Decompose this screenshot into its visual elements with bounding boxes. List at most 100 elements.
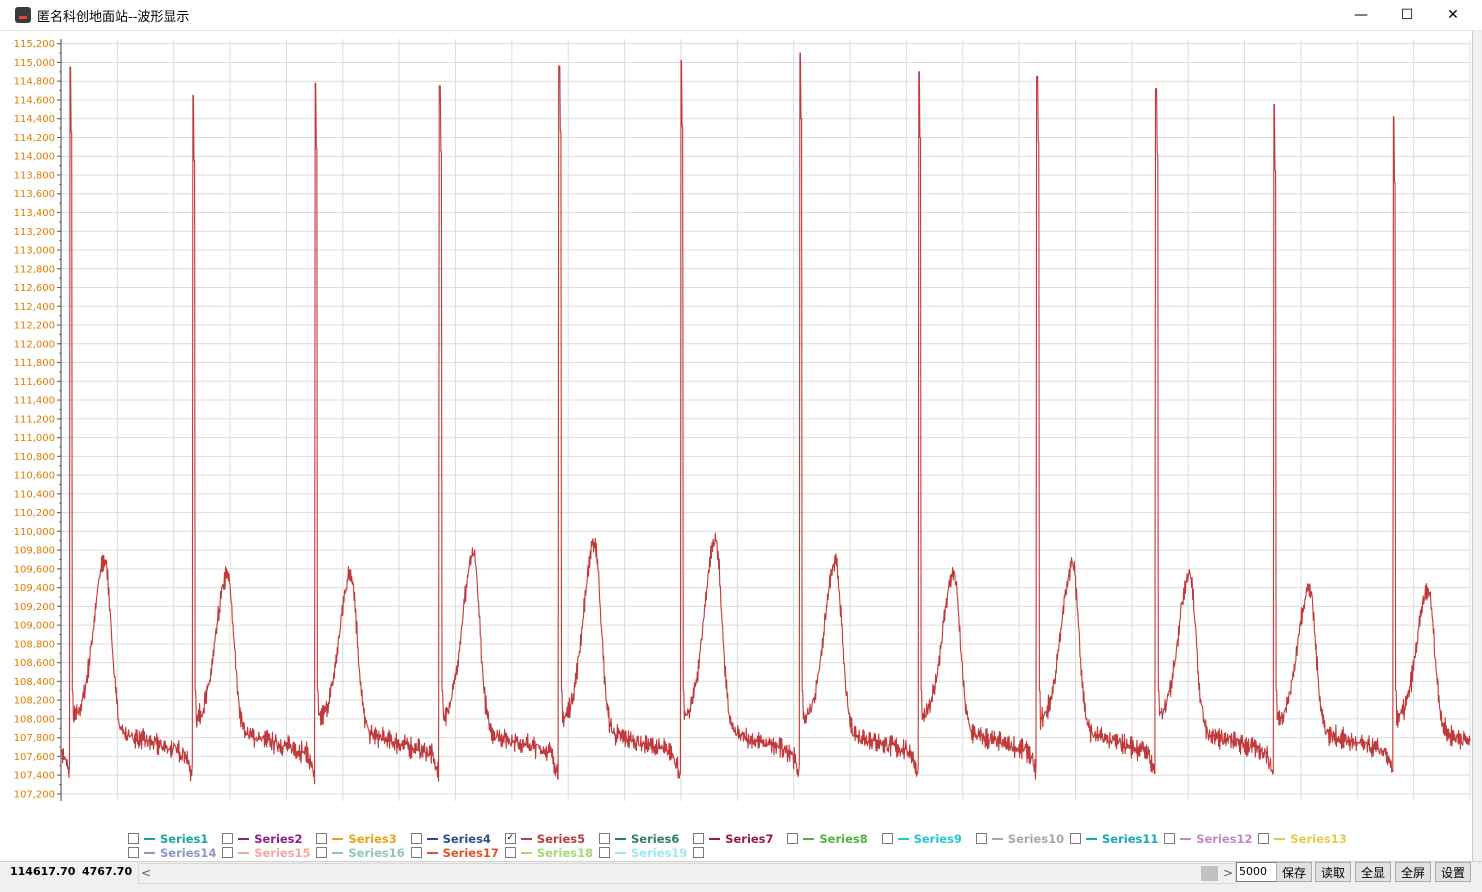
y-tick-label: 110,400 [14, 489, 55, 500]
window-title: 匿名科创地面站--波形显示 [37, 10, 190, 25]
settings-button[interactable]: 设置 [1435, 862, 1471, 882]
legend-item[interactable]: Series9 [881, 832, 962, 846]
legend-label: Series16 [348, 846, 405, 860]
legend-checkbox[interactable] [1070, 833, 1081, 844]
legend-item[interactable]: Series12 [1164, 832, 1253, 846]
y-tick-label: 111,200 [14, 414, 55, 425]
legend-checkbox[interactable] [693, 847, 705, 858]
maximize-button[interactable]: ☐ [1384, 0, 1430, 30]
y-tick-label: 110,000 [14, 527, 55, 538]
legend-checkbox[interactable] [975, 833, 987, 844]
legend-swatch-icon [991, 837, 1003, 840]
y-tick-label: 112,400 [14, 302, 55, 313]
legend-checkbox[interactable] [410, 847, 422, 858]
legend-item[interactable]: ✓ Series5 [504, 832, 585, 846]
legend-item[interactable]: Series8 [787, 832, 868, 846]
legend-item[interactable]: Series2 [222, 832, 303, 846]
legend-item[interactable]: Series1 [128, 832, 208, 846]
legend-item[interactable]: Series14 [128, 846, 216, 860]
y-tick-label: 109,800 [14, 546, 55, 557]
y-tick-label: 108,600 [14, 658, 55, 669]
legend-swatch-icon [238, 837, 250, 840]
y-tick-label: 114,000 [14, 152, 55, 163]
legend-checkbox[interactable] [693, 833, 705, 844]
legend-checkbox[interactable] [881, 833, 893, 844]
y-tick-label: 112,600 [14, 283, 55, 294]
y-tick-label: 115,200 [14, 39, 55, 50]
legend-checkbox[interactable] [222, 833, 234, 844]
read-button[interactable]: 读取 [1315, 862, 1351, 882]
y-tick-label: 113,000 [14, 246, 55, 257]
y-tick-label: 113,800 [14, 170, 55, 181]
legend-label: Series13 [1290, 832, 1347, 846]
scroll-right-arrow-icon[interactable]: > [1221, 864, 1235, 883]
legend-label: Series3 [348, 832, 397, 846]
legend-checkbox[interactable] [316, 833, 328, 844]
legend-item[interactable] [693, 846, 709, 860]
legend-checkbox[interactable] [128, 847, 139, 858]
save-button[interactable]: 保存 [1276, 862, 1312, 882]
title-bar: 匿名科创地面站--波形显示 — ☐ ✕ [0, 0, 1482, 31]
minimize-button[interactable]: — [1338, 0, 1384, 30]
legend-label: Series11 [1102, 832, 1159, 846]
scroll-thumb[interactable] [1201, 866, 1218, 881]
y-tick-label: 113,200 [14, 227, 55, 238]
legend-item[interactable]: Series6 [599, 832, 679, 846]
legend-item[interactable]: Series11 [1070, 832, 1158, 846]
y-tick-label: 109,200 [14, 602, 55, 613]
legend-item[interactable]: Series10 [975, 832, 1064, 846]
legend-checkbox[interactable] [410, 833, 422, 844]
y-tick-label: 113,400 [14, 208, 55, 219]
legend-swatch-icon [615, 837, 626, 840]
legend-checkbox[interactable] [504, 847, 516, 858]
legend-checkbox[interactable] [787, 833, 799, 844]
scroll-left-arrow-icon[interactable]: < [139, 864, 153, 883]
legend-checkbox[interactable] [316, 847, 328, 858]
legend-label: Series6 [631, 832, 680, 846]
y-tick-label: 110,800 [14, 452, 55, 463]
legend-label: Series17 [442, 846, 499, 860]
legend-swatch-icon [144, 851, 155, 854]
y-tick-label: 110,600 [14, 471, 55, 482]
legend-checkbox[interactable] [1164, 833, 1176, 844]
fit-all-button[interactable]: 全显 [1355, 862, 1391, 882]
y-tick-label: 108,200 [14, 696, 55, 707]
horizontal-scrollbar[interactable]: < > [138, 863, 1236, 884]
legend-item[interactable]: Series4 [410, 832, 491, 846]
waveform-chart[interactable]: 115,200 115,000 114,800 114,600 114,400 114,2… [0, 31, 1472, 861]
legend-swatch-icon [144, 837, 155, 840]
legend-checkbox[interactable] [599, 847, 610, 858]
legend-swatch-icon [1274, 837, 1286, 840]
legend-swatch-icon [520, 851, 532, 854]
close-button[interactable]: ✕ [1430, 0, 1476, 30]
y-tick-label: 114,600 [14, 95, 55, 106]
legend-item[interactable]: Series13 [1258, 832, 1347, 846]
legend-item[interactable]: Series15 [222, 846, 311, 860]
y-tick-label: 109,000 [14, 621, 55, 632]
legend-checkbox[interactable] [599, 833, 610, 844]
legend-swatch-icon [332, 851, 344, 854]
legend-item[interactable]: Series17 [410, 846, 499, 860]
legend-label: Series18 [536, 846, 594, 860]
plot-area [61, 39, 1470, 801]
y-tick-label: 112,800 [14, 264, 55, 275]
legend-item[interactable]: Series3 [316, 832, 397, 846]
legend-label: Series15 [254, 846, 311, 860]
point-count-input[interactable]: 5000 [1236, 862, 1278, 882]
chart-canvas[interactable]: 115,200 115,000 114,800 114,600 114,400 114,2… [0, 31, 1472, 801]
fullscreen-button[interactable]: 全屏 [1395, 862, 1431, 882]
legend-item[interactable]: Series16 [316, 846, 405, 860]
legend-item[interactable]: Series19 [599, 846, 687, 860]
bottom-toolbar: 114617.70 4767.70 < > 5000 保存 读取 全显 全屏 设… [0, 861, 1482, 892]
legend-checkbox[interactable] [222, 847, 234, 858]
y-tick-label: 111,800 [14, 358, 55, 369]
legend-swatch-icon [426, 851, 438, 854]
legend-item[interactable]: Series18 [504, 846, 594, 860]
legend-item[interactable]: Series7 [693, 832, 774, 846]
y-tick-label: 108,000 [14, 714, 55, 725]
legend-checkbox[interactable]: ✓ [504, 833, 516, 844]
y-tick-label: 115,000 [14, 58, 55, 69]
legend-checkbox[interactable] [1258, 833, 1270, 844]
y-tick-label: 110,200 [14, 508, 55, 519]
legend-checkbox[interactable] [128, 833, 139, 844]
